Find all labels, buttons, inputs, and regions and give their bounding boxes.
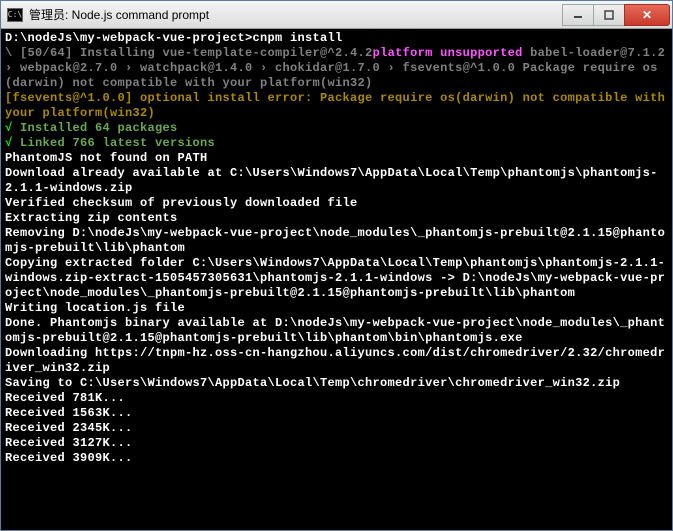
prompt-line: D:\nodeJs\my-webpack-vue-project>cnpm in…	[5, 31, 343, 45]
close-button[interactable]: ✕	[624, 4, 670, 26]
close-icon: ✕	[642, 8, 652, 22]
output-line: Copying extracted folder C:\Users\Window…	[5, 256, 665, 300]
output-line: Verified checksum of previously download…	[5, 196, 358, 210]
minimize-button[interactable]	[562, 4, 594, 26]
check-icon: √	[5, 136, 13, 150]
install-progress: \ [50/64] Installing vue-template-compil…	[5, 46, 373, 60]
output-line: Downloading https://tnpm-hz.oss-cn-hangz…	[5, 346, 665, 375]
terminal-window: C:\ 管理员: Node.js command prompt ✕ D:\nod…	[0, 0, 673, 531]
window-title: 管理员: Node.js command prompt	[29, 6, 563, 23]
terminal-output[interactable]: D:\nodeJs\my-webpack-vue-project>cnpm in…	[1, 29, 672, 530]
check-icon: √	[5, 121, 13, 135]
cmd-icon: C:\	[7, 8, 23, 22]
output-line: PhantomJS not found on PATH	[5, 151, 208, 165]
output-line: Writing location.js file	[5, 301, 185, 315]
output-line: Received 3909K...	[5, 451, 133, 465]
output-line: Received 3127K...	[5, 436, 133, 450]
output-line: Removing D:\nodeJs\my-webpack-vue-projec…	[5, 226, 665, 255]
output-line: Received 781K...	[5, 391, 125, 405]
output-line: Download already available at C:\Users\W…	[5, 166, 658, 195]
titlebar[interactable]: C:\ 管理员: Node.js command prompt ✕	[1, 1, 672, 29]
output-line: Saving to C:\Users\Windows7\AppData\Loca…	[5, 376, 620, 390]
linked-line: Linked 766 latest versions	[13, 136, 216, 150]
installed-line: Installed 64 packages	[13, 121, 178, 135]
window-controls: ✕	[563, 4, 670, 26]
minimize-icon	[573, 10, 583, 20]
maximize-icon	[604, 10, 614, 20]
platform-warning: platform unsupported	[373, 46, 523, 60]
optional-error: [fsevents@^1.0.0] optional install error…	[5, 91, 672, 120]
output-line: Received 1563K...	[5, 406, 133, 420]
output-line: Extracting zip contents	[5, 211, 178, 225]
output-line: Received 2345K...	[5, 421, 133, 435]
maximize-button[interactable]	[593, 4, 625, 26]
output-line: Done. Phantomjs binary available at D:\n…	[5, 316, 665, 345]
